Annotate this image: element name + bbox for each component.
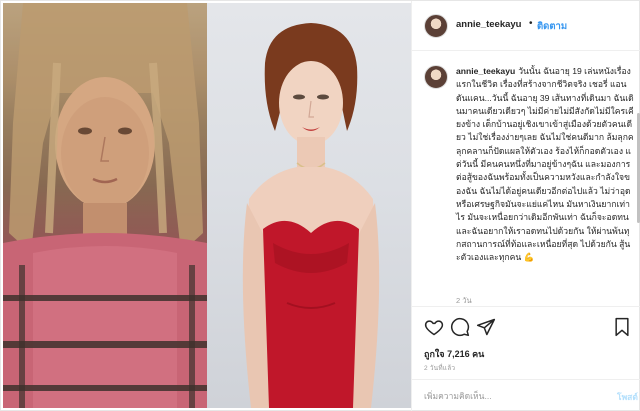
caption-text: วันนั้น ฉันอายุ 19 เล่นหนังเรื่องแรกในชี… — [456, 66, 634, 263]
caption-text-block: annie_teekayu วันนั้น ฉันอายุ 19 เล่นหนัง… — [456, 65, 634, 264]
photo-left-young-portrait — [3, 3, 207, 408]
post-comment-button[interactable]: โพสต์ — [617, 390, 638, 404]
comment-input[interactable] — [424, 389, 594, 403]
likes-count[interactable]: ถูกใจ 7,216 คน — [424, 347, 484, 361]
post-side-panel: annie_teekayu • ติดตาม annie_teekayu วันน… — [411, 1, 640, 411]
red-dress-illustration — [242, 23, 380, 408]
avatar[interactable] — [424, 14, 448, 38]
young-portrait-illustration — [3, 3, 207, 408]
header-username-link[interactable]: annie_teekayu — [456, 19, 521, 30]
comment-bar: โพสต์ — [412, 379, 640, 411]
caption-section: annie_teekayu วันนั้น ฉันอายุ 19 เล่นหนัง… — [412, 51, 640, 306]
follow-button[interactable]: ติดตาม — [537, 19, 567, 34]
bookmark-icon[interactable] — [612, 317, 632, 337]
caption-timestamp: 2 วัน — [456, 296, 472, 305]
comment-icon[interactable] — [450, 317, 470, 337]
share-icon[interactable] — [476, 317, 496, 337]
action-bar — [412, 306, 640, 346]
photo-right-red-dress-portrait — [207, 3, 411, 408]
heart-icon[interactable] — [424, 317, 444, 337]
post-header: annie_teekayu • ติดตาม — [412, 1, 640, 51]
header-separator: • — [529, 18, 533, 29]
caption-username-link[interactable]: annie_teekayu — [456, 66, 515, 76]
instagram-post: annie_teekayu • ติดตาม annie_teekayu วันน… — [0, 0, 640, 411]
post-timestamp: 2 วันที่แล้ว — [424, 365, 456, 372]
caption-avatar[interactable] — [424, 65, 448, 89]
post-photo[interactable] — [3, 3, 411, 408]
